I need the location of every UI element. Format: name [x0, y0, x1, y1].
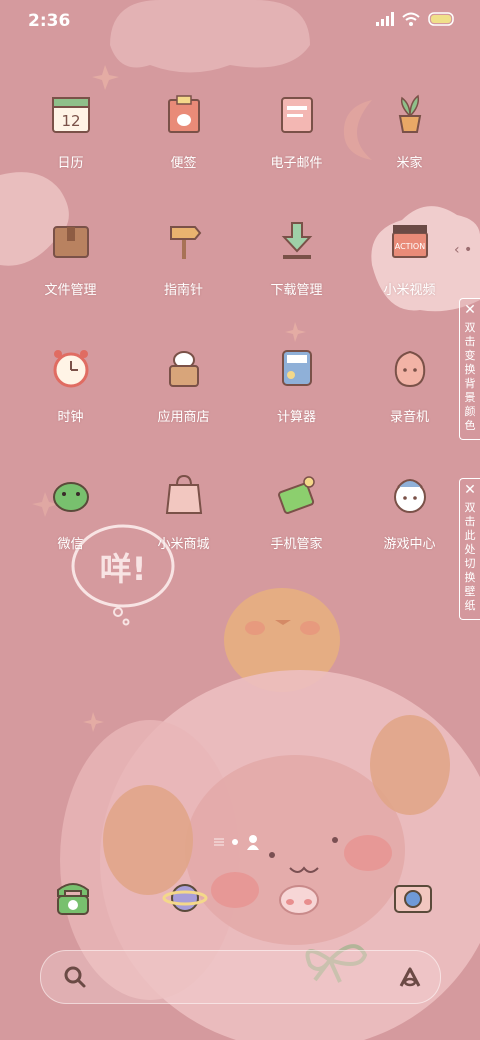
app-label: 计算器 [276, 410, 316, 425]
app-label: 微信 [57, 537, 84, 552]
app-label: 便签 [170, 156, 197, 171]
app-calendar[interactable]: 12 日历 [14, 92, 127, 171]
app-label: 手机管家 [270, 537, 323, 552]
planet-icon[interactable] [162, 874, 208, 920]
folder-icon [52, 226, 89, 258]
page-dot [232, 839, 238, 845]
app-app-store[interactable]: 应用商店 [127, 346, 240, 425]
app-mi-store[interactable]: 小米商城 [127, 473, 240, 552]
phone-icon[interactable] [50, 874, 96, 920]
app-store-icon [168, 351, 199, 387]
change-color-tab[interactable]: ✕ 双击变换背景颜色 [459, 298, 480, 440]
game-sheep-icon [393, 479, 426, 513]
app-label: 时钟 [57, 410, 84, 425]
menu-lines-icon [214, 838, 224, 846]
email-icon [280, 97, 313, 133]
app-label: 电子邮件 [270, 156, 323, 171]
app-compass[interactable]: 指南针 [127, 219, 240, 298]
app-email[interactable]: 电子邮件 [240, 92, 353, 171]
calculator-icon [281, 350, 312, 386]
signpost-icon [169, 226, 201, 259]
alarm-clock-icon [53, 350, 88, 388]
assistant-icon[interactable] [398, 965, 422, 989]
message-bun-icon[interactable] [276, 874, 322, 920]
status-time: 2:36 [28, 11, 71, 31]
person-icon [247, 835, 259, 850]
app-label: 小米视频 [383, 283, 436, 298]
page-indicator [214, 834, 260, 850]
search-icon[interactable] [63, 965, 87, 989]
close-icon[interactable]: ✕ [460, 481, 480, 499]
bubble-text: 咩! [100, 550, 147, 588]
app-game-center[interactable]: 游戏中心 [353, 473, 466, 552]
app-label: 日历 [57, 156, 84, 171]
app-mi-video[interactable]: ACTION 小米视频 [353, 219, 466, 298]
clapper-text: ACTION [394, 242, 424, 251]
app-label: 指南针 [163, 283, 203, 298]
app-label: 应用商店 [157, 410, 210, 425]
wifi-icon [402, 12, 420, 26]
search-bar[interactable] [40, 950, 441, 1004]
app-mijia[interactable]: 米家 [353, 92, 466, 171]
app-wechat[interactable]: 微信 [14, 473, 127, 552]
svg-text:12: 12 [61, 112, 80, 130]
app-recorder[interactable]: 录音机 [353, 346, 466, 425]
download-icon [281, 222, 312, 259]
app-label: 录音机 [389, 410, 429, 425]
change-wallpaper-tab[interactable]: ✕ 双击此处切换壁纸 [459, 478, 480, 620]
app-label: 文件管理 [44, 283, 97, 298]
status-bar: 2:36 [0, 0, 480, 40]
signal-icon [376, 12, 394, 26]
close-icon[interactable]: ✕ [460, 301, 480, 319]
app-label: 下载管理 [270, 283, 323, 298]
app-label: 游戏中心 [383, 537, 436, 552]
app-label: 小米商城 [157, 537, 210, 552]
frog-icon [52, 482, 89, 512]
battery-icon [277, 476, 315, 514]
change-color-text: 双击变换背景颜色 [464, 321, 476, 432]
notes-icon [167, 95, 200, 133]
recorder-icon [394, 350, 425, 388]
change-wallpaper-text: 双击此处切换壁纸 [464, 501, 476, 612]
app-calculator[interactable]: 计算器 [240, 346, 353, 425]
plant-icon [398, 94, 421, 133]
app-clock[interactable]: 时钟 [14, 346, 127, 425]
app-label: 米家 [396, 156, 423, 171]
calendar-icon: 12 [51, 97, 90, 133]
app-notes[interactable]: 便签 [127, 92, 240, 171]
app-security[interactable]: 手机管家 [240, 473, 353, 552]
shop-bag-icon [165, 474, 202, 514]
battery-status-icon [428, 12, 454, 26]
app-downloads[interactable]: 下载管理 [240, 219, 353, 298]
clapper-icon: ACTION [391, 225, 428, 258]
camera-icon[interactable] [390, 874, 436, 920]
app-file-manager[interactable]: 文件管理 [14, 219, 127, 298]
